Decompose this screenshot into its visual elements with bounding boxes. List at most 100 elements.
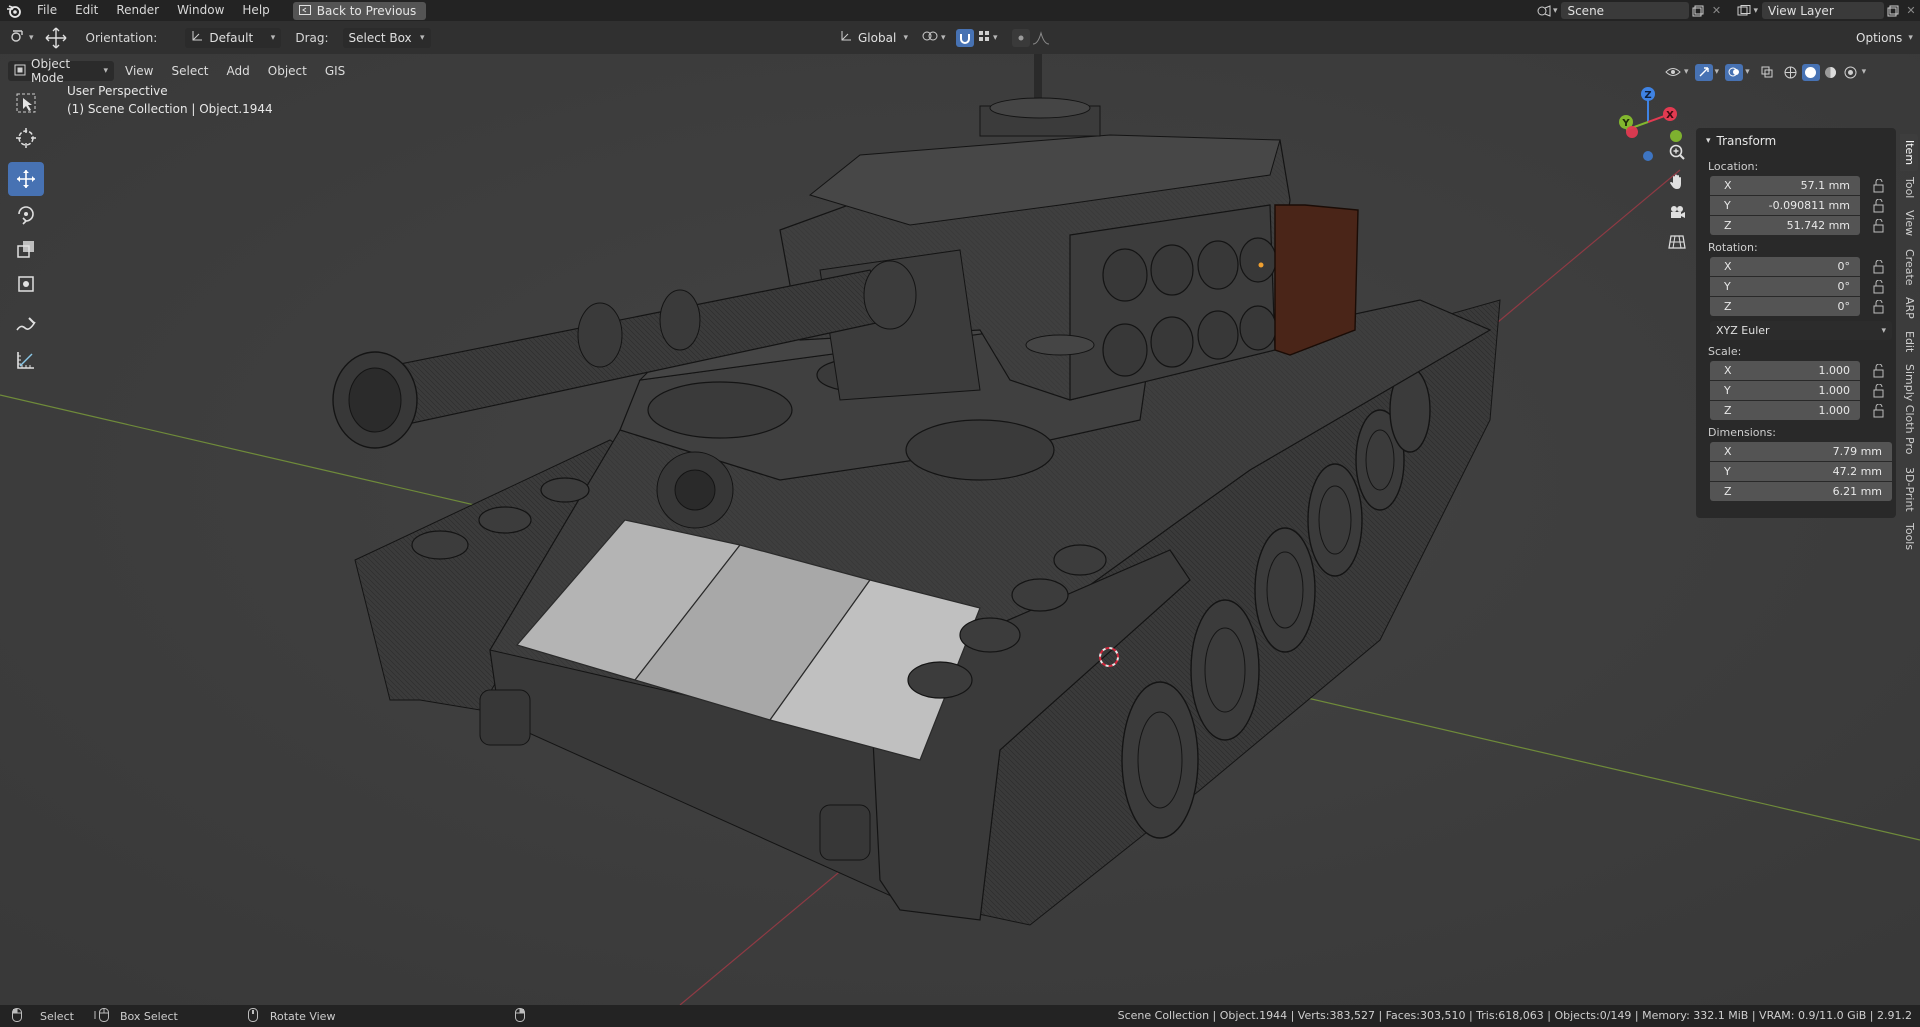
- transform-tool-icon[interactable]: [8, 267, 44, 301]
- move-tool-icon[interactable]: [8, 162, 44, 196]
- move-tool-header-icon[interactable]: [44, 27, 68, 48]
- back-to-previous-label: Back to Previous: [316, 3, 417, 18]
- menu-render[interactable]: Render: [107, 0, 168, 21]
- location-z-lock-icon[interactable]: [1872, 219, 1886, 233]
- scale-z-field[interactable]: Z 1.000: [1710, 401, 1860, 420]
- scene-chevron-down-icon[interactable]: ▾: [1553, 6, 1558, 16]
- location-z-axis: Z: [1724, 219, 1732, 232]
- scale-z-lock-icon[interactable]: [1872, 404, 1886, 418]
- pan-view-hand-icon[interactable]: [1660, 168, 1694, 196]
- viewport-menu-object[interactable]: Object: [261, 60, 314, 82]
- overlays-toggle-icon[interactable]: [1725, 63, 1744, 81]
- falloff-curve-icon[interactable]: [1032, 28, 1050, 48]
- viewport-menu-view[interactable]: View: [118, 60, 160, 82]
- scale-y-lock-icon[interactable]: [1872, 384, 1886, 398]
- camera-view-icon[interactable]: [1660, 198, 1694, 226]
- options-dropdown[interactable]: Options ▾: [1850, 28, 1913, 48]
- close-view-layer-icon[interactable]: ✕: [1902, 2, 1920, 19]
- material-preview-shading-icon[interactable]: [1822, 64, 1840, 81]
- zoom-view-icon[interactable]: [1660, 138, 1694, 166]
- menu-edit[interactable]: Edit: [66, 0, 107, 21]
- scale-y-field[interactable]: Y 1.000: [1710, 381, 1860, 400]
- tab-item[interactable]: Item: [1900, 134, 1918, 172]
- tab-edit[interactable]: Edit: [1900, 325, 1918, 358]
- rendered-shading-icon[interactable]: [1842, 64, 1860, 81]
- rotation-z-lock-icon[interactable]: [1872, 300, 1886, 314]
- scale-x-lock-icon[interactable]: [1872, 364, 1886, 378]
- blender-logo-icon[interactable]: [0, 0, 28, 21]
- gizmo-toggle-icon[interactable]: [1694, 63, 1713, 81]
- object-mode-dropdown[interactable]: Object Mode ▾: [8, 57, 114, 85]
- shading-chevron-down-icon[interactable]: ▾: [1862, 67, 1867, 77]
- 3d-viewport[interactable]: Object Mode ▾ View Select Add Object GIS…: [0, 54, 1920, 1005]
- tab-tools[interactable]: Tools: [1900, 517, 1918, 556]
- overlays-chevron-down-icon[interactable]: ▾: [1745, 67, 1750, 77]
- cursor-tool-icon[interactable]: [8, 121, 44, 155]
- drag-dropdown[interactable]: Select Box ▾: [342, 27, 431, 48]
- dimensions-z-field[interactable]: Z 6.21 mm: [1710, 482, 1892, 501]
- dimensions-y-field[interactable]: Y 47.2 mm: [1710, 462, 1892, 481]
- solid-shading-icon[interactable]: [1801, 63, 1820, 81]
- menu-file[interactable]: File: [28, 0, 66, 21]
- location-y-lock-icon[interactable]: [1872, 199, 1886, 213]
- rotation-y-field[interactable]: Y 0°: [1710, 277, 1860, 296]
- gizmo-neg-z-axis[interactable]: [1643, 151, 1653, 161]
- editor-type-selector[interactable]: ▾: [10, 28, 34, 48]
- gizmo-chevron-down-icon[interactable]: ▾: [1715, 67, 1720, 77]
- rotate-tool-icon[interactable]: [8, 197, 44, 231]
- rotation-mode-dropdown[interactable]: XYZ Euler ▾: [1710, 321, 1892, 340]
- transform-orientation-chevron-down-icon: ▾: [903, 32, 908, 43]
- tab-3d-print[interactable]: 3D-Print: [1900, 461, 1918, 518]
- dimensions-x-field[interactable]: X 7.79 mm: [1710, 442, 1892, 461]
- snap-target-dropdown[interactable]: ▾: [978, 28, 998, 48]
- menu-help[interactable]: Help: [233, 0, 278, 21]
- viewport-menu-gis[interactable]: GIS: [318, 60, 352, 82]
- annotate-tool-icon[interactable]: [8, 308, 44, 342]
- view-layer-chevron-down-icon[interactable]: ▾: [1753, 6, 1758, 16]
- location-x-field[interactable]: X 57.1 mm: [1710, 176, 1860, 195]
- scale-x-field[interactable]: X 1.000: [1710, 361, 1860, 380]
- gizmo-neg-x-axis[interactable]: [1626, 126, 1638, 138]
- visibility-eye-icon[interactable]: [1664, 64, 1682, 81]
- back-to-previous-button[interactable]: Back to Previous: [292, 1, 427, 20]
- xray-toggle-icon[interactable]: [1758, 64, 1776, 81]
- rotation-x-lock-icon[interactable]: [1872, 260, 1886, 274]
- tab-view[interactable]: View: [1900, 204, 1918, 242]
- view-layer-icon[interactable]: [1735, 2, 1753, 19]
- snap-toggle-icon[interactable]: [956, 28, 974, 47]
- menu-window[interactable]: Window: [168, 0, 233, 21]
- measure-tool-icon[interactable]: [8, 343, 44, 377]
- orthographic-grid-icon[interactable]: [1660, 228, 1694, 256]
- tab-simply-cloth-pro[interactable]: Simply Cloth Pro: [1900, 358, 1918, 461]
- location-x-lock-icon[interactable]: [1872, 179, 1886, 193]
- selected-brown-block[interactable]: [1274, 204, 1359, 356]
- close-scene-icon[interactable]: ✕: [1707, 2, 1725, 19]
- rotation-z-field[interactable]: Z 0°: [1710, 297, 1860, 316]
- transform-orientation-dropdown[interactable]: Global ▾: [834, 28, 914, 48]
- orientation-chevron-down-icon: ▾: [270, 32, 276, 43]
- duplicate-view-layer-icon[interactable]: [1884, 2, 1902, 19]
- transform-collapse-chevron-icon[interactable]: ▾: [1706, 136, 1711, 146]
- select-box-tool-icon[interactable]: [8, 86, 44, 120]
- tab-create[interactable]: Create: [1900, 243, 1918, 292]
- tab-arp[interactable]: ARP: [1900, 291, 1918, 325]
- viewport-menu-add[interactable]: Add: [220, 60, 257, 82]
- pivot-point-dropdown[interactable]: ▾: [922, 28, 946, 48]
- tab-tool[interactable]: Tool: [1900, 171, 1918, 204]
- scene-canvas[interactable]: [0, 54, 1920, 1005]
- scale-tool-icon[interactable]: [8, 232, 44, 266]
- rotation-x-field[interactable]: X 0°: [1710, 257, 1860, 276]
- location-z-field[interactable]: Z 51.742 mm: [1710, 216, 1860, 235]
- wireframe-shading-icon[interactable]: [1782, 64, 1800, 81]
- orientation-dropdown[interactable]: Default ▾: [185, 27, 282, 48]
- visibility-chevron-down-icon[interactable]: ▾: [1684, 67, 1689, 77]
- scene-icon[interactable]: [1535, 2, 1553, 19]
- duplicate-scene-icon[interactable]: [1689, 2, 1707, 19]
- rotation-y-lock-icon[interactable]: [1872, 280, 1886, 294]
- scene-name-field[interactable]: Scene: [1561, 2, 1690, 19]
- location-y-field[interactable]: Y -0.090811 mm: [1710, 196, 1860, 215]
- view-layer-name-field[interactable]: View Layer: [1762, 2, 1884, 19]
- viewport-menu-select[interactable]: Select: [164, 60, 215, 82]
- proportional-editing-icon[interactable]: [1012, 28, 1030, 47]
- transform-panel-header[interactable]: ▾ Transform: [1696, 128, 1896, 154]
